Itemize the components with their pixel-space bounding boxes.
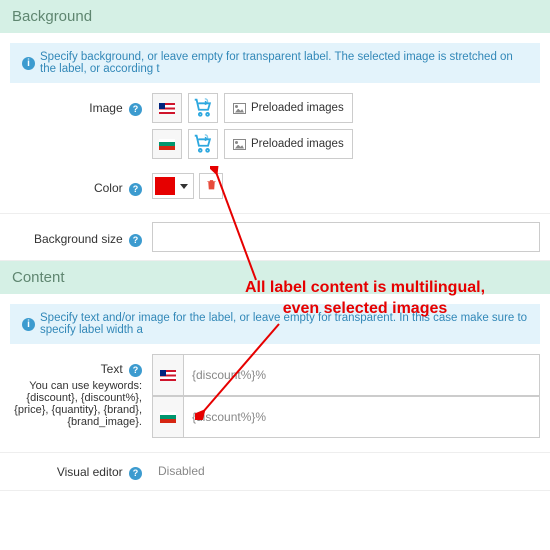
text-input-en[interactable] bbox=[184, 354, 540, 396]
flag-bg-icon bbox=[160, 412, 176, 423]
flag-bg-icon bbox=[159, 139, 175, 150]
row-text: Text ? You can use keywords: {discount},… bbox=[10, 354, 540, 438]
color-picker-button[interactable] bbox=[152, 173, 194, 199]
keywords-hint: You can use keywords: {discount}, {disco… bbox=[10, 380, 142, 428]
preloaded-images-en-button[interactable]: Preloaded images bbox=[224, 93, 353, 123]
help-icon[interactable]: ? bbox=[129, 103, 142, 116]
caret-down-icon bbox=[180, 184, 188, 189]
flag-en-button[interactable] bbox=[152, 93, 182, 123]
bgsize-input[interactable] bbox=[152, 222, 540, 252]
section-content-header: Content bbox=[0, 261, 550, 294]
color-clear-button[interactable] bbox=[199, 173, 223, 199]
label-image: Image ? bbox=[10, 93, 152, 116]
flag-en-button[interactable] bbox=[152, 354, 184, 396]
flag-en-icon bbox=[160, 370, 176, 381]
text-input-bg[interactable] bbox=[184, 396, 540, 438]
visual-editor-value: Disabled bbox=[152, 464, 205, 478]
background-info-banner: i Specify background, or leave empty for… bbox=[10, 43, 540, 83]
content-info-banner: i Specify text and/or image for the labe… bbox=[10, 304, 540, 344]
flag-en-icon bbox=[159, 103, 175, 114]
info-icon: i bbox=[22, 318, 35, 331]
flag-bg-button[interactable] bbox=[152, 396, 184, 438]
label-color: Color ? bbox=[10, 173, 152, 196]
help-icon[interactable]: ? bbox=[129, 234, 142, 247]
cart-icon bbox=[192, 96, 214, 121]
text-lang-bg bbox=[152, 396, 540, 438]
help-icon[interactable]: ? bbox=[129, 364, 142, 377]
image-icon bbox=[233, 139, 246, 150]
label-text: Text ? You can use keywords: {discount},… bbox=[10, 354, 152, 428]
background-info-text: Specify background, or leave empty for t… bbox=[40, 51, 528, 75]
row-visual-editor: Visual editor ? Disabled bbox=[0, 452, 550, 491]
section-background-header: Background bbox=[0, 0, 550, 33]
cart-en-button[interactable] bbox=[188, 93, 218, 123]
preloaded-images-bg-button[interactable]: Preloaded images bbox=[224, 129, 353, 159]
trash-icon bbox=[205, 178, 218, 194]
cart-bg-button[interactable] bbox=[188, 129, 218, 159]
row-color: Color ? bbox=[10, 173, 540, 199]
flag-bg-button[interactable] bbox=[152, 129, 182, 159]
image-icon bbox=[233, 103, 246, 114]
label-bgsize: Background size ? bbox=[10, 227, 152, 247]
help-icon[interactable]: ? bbox=[129, 183, 142, 196]
text-lang-en bbox=[152, 354, 540, 396]
info-icon: i bbox=[22, 57, 35, 70]
content-info-text: Specify text and/or image for the label,… bbox=[40, 312, 528, 336]
color-swatch bbox=[155, 177, 175, 195]
image-lang-bg: Preloaded images bbox=[152, 129, 540, 159]
help-icon[interactable]: ? bbox=[129, 467, 142, 480]
label-visual-editor: Visual editor ? bbox=[10, 463, 152, 480]
cart-icon bbox=[192, 132, 214, 157]
row-image: Image ? Preloaded images Preloaded image… bbox=[10, 93, 540, 165]
image-lang-en: Preloaded images bbox=[152, 93, 540, 123]
row-bgsize: Background size ? bbox=[0, 213, 550, 261]
